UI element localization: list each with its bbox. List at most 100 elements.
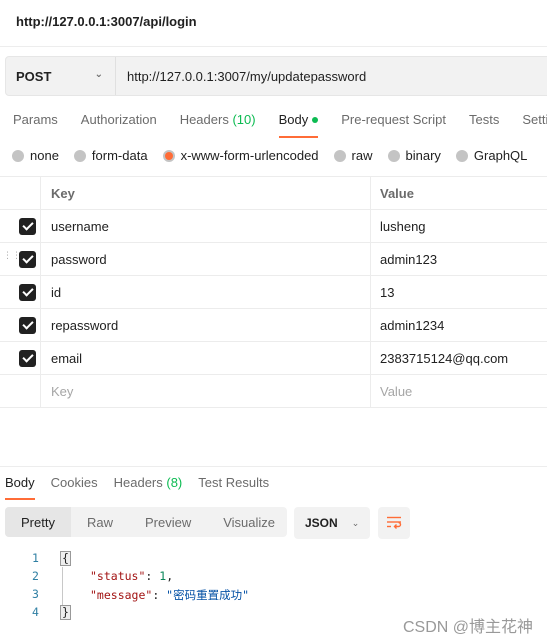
response-tabs: Body Cookies Headers (8) Test Results [5, 475, 285, 500]
url-input[interactable]: http://127.0.0.1:3007/my/updatepassword [116, 69, 366, 84]
checkbox-checked-icon[interactable] [19, 251, 36, 268]
value-input-placeholder[interactable]: Value [371, 375, 547, 407]
active-dot-icon [312, 116, 319, 123]
tab-label: Params [13, 112, 58, 127]
json-key: "message" [90, 588, 153, 602]
key-cell[interactable]: username [41, 210, 371, 242]
radio-binary[interactable]: binary [387, 148, 441, 163]
tab-tests[interactable]: Tests [469, 112, 499, 136]
tab-params[interactable]: Params [13, 112, 58, 136]
radio-label: x-www-form-urlencoded [180, 148, 319, 163]
table-row: username lusheng [0, 210, 547, 243]
format-label: JSON [305, 516, 338, 530]
table-row: ⋮⋮ password admin123 [0, 243, 547, 276]
tab-authorization[interactable]: Authorization [81, 112, 157, 136]
table-row: repassword admin1234 [0, 309, 547, 342]
key-cell[interactable]: id [41, 276, 371, 308]
method-label: POST [16, 68, 52, 84]
radio-label: GraphQL [473, 148, 528, 163]
format-select[interactable]: JSON ⌄ [294, 507, 370, 539]
radio-icon [387, 149, 400, 162]
tab-label: Body [278, 112, 309, 127]
radio-form-data[interactable]: form-data [73, 148, 148, 163]
view-visualize-button[interactable]: Visualize [207, 507, 291, 537]
value-cell[interactable]: 13 [371, 276, 547, 308]
response-tab-test-results[interactable]: Test Results [198, 475, 269, 497]
chevron-down-icon: ⌄ [94, 69, 103, 80]
response-tab-headers[interactable]: Headers (8) [114, 475, 183, 497]
radio-selected-icon [162, 149, 175, 162]
table-header: Key Value [0, 177, 547, 210]
tab-label: Headers [179, 112, 229, 127]
json-string: "密码重置成功" [166, 588, 250, 602]
drag-handle-icon[interactable]: ⋮⋮ [3, 251, 21, 265]
checkbox-checked-icon[interactable] [19, 284, 36, 301]
radio-icon [455, 149, 468, 162]
tab-label: Settings [522, 112, 547, 127]
tab-label: Tests [468, 112, 500, 127]
radio-x-www-form-urlencoded[interactable]: x-www-form-urlencoded [162, 148, 319, 163]
divider [0, 46, 547, 47]
checkbox-column-header [0, 177, 41, 209]
json-key: "status" [90, 569, 146, 583]
divider [0, 466, 547, 467]
tab-label: Headers [113, 475, 163, 490]
tab-label: Pre-request Script [341, 112, 446, 127]
radio-graphql[interactable]: GraphQL [455, 148, 528, 163]
tab-body[interactable]: Body [278, 112, 319, 138]
line-number: 4 [32, 605, 39, 619]
wrap-lines-icon [387, 516, 402, 529]
tab-settings[interactable]: Settings [522, 112, 547, 136]
indent-guide [62, 567, 63, 606]
view-preview-button[interactable]: Preview [129, 507, 207, 537]
checkbox-checked-icon[interactable] [19, 218, 36, 235]
response-tab-body[interactable]: Body [5, 475, 35, 500]
checkbox-checked-icon[interactable] [19, 317, 36, 334]
wrap-lines-button[interactable] [378, 507, 410, 539]
value-column-header: Value [380, 185, 414, 201]
url-bar: POST ⌄ http://127.0.0.1:3007/my/updatepa… [5, 56, 547, 96]
radio-label: form-data [91, 148, 148, 163]
table-row: id 13 [0, 276, 547, 309]
headers-count: (8) [166, 475, 183, 490]
key-input-placeholder[interactable]: Key [41, 375, 371, 407]
checkbox-checked-icon[interactable] [19, 350, 36, 367]
tab-headers[interactable]: Headers (10) [180, 112, 256, 136]
request-tabs: Params Authorization Headers (10) Body P… [13, 112, 547, 138]
table-row-new: Key Value [0, 375, 547, 408]
key-cell[interactable]: repassword [41, 309, 371, 341]
request-title: http://127.0.0.1:3007/api/login [16, 14, 197, 29]
radio-label: none [30, 148, 59, 163]
method-select[interactable]: POST ⌄ [6, 57, 116, 95]
key-cell[interactable]: password [41, 243, 371, 275]
radio-none[interactable]: none [12, 148, 59, 163]
radio-icon [333, 149, 346, 162]
headers-count: (10) [232, 112, 256, 127]
value-cell[interactable]: admin1234 [371, 309, 547, 341]
key-cell[interactable]: email [41, 342, 371, 374]
radio-raw[interactable]: raw [333, 148, 373, 163]
response-tab-cookies[interactable]: Cookies [51, 475, 98, 497]
watermark: CSDN @博主花神 [402, 619, 533, 636]
tab-label: Authorization [80, 112, 157, 127]
tab-pre-request-script[interactable]: Pre-request Script [341, 112, 446, 136]
radio-icon [73, 149, 86, 162]
view-mode-group: Pretty Raw Preview Visualize [5, 507, 287, 537]
value-cell[interactable]: lusheng [371, 210, 547, 242]
chevron-down-icon: ⌄ [351, 517, 360, 528]
value-cell[interactable]: 2383715124@qq.com [371, 342, 547, 374]
value-cell[interactable]: admin123 [371, 243, 547, 275]
brace-open: { [60, 551, 71, 566]
line-number: 1 [32, 551, 39, 565]
view-pretty-button[interactable]: Pretty [5, 507, 71, 537]
radio-label: binary [405, 148, 441, 163]
radio-icon [12, 149, 24, 162]
brace-close: } [60, 605, 71, 620]
radio-label: raw [351, 148, 373, 163]
line-number: 3 [32, 587, 39, 601]
line-number: 2 [32, 569, 39, 583]
body-type-options: none form-data x-www-form-urlencoded raw… [12, 148, 542, 163]
table-row: email 2383715124@qq.com [0, 342, 547, 375]
params-table: Key Value username lusheng ⋮⋮ password a… [0, 176, 547, 408]
view-raw-button[interactable]: Raw [71, 507, 129, 537]
